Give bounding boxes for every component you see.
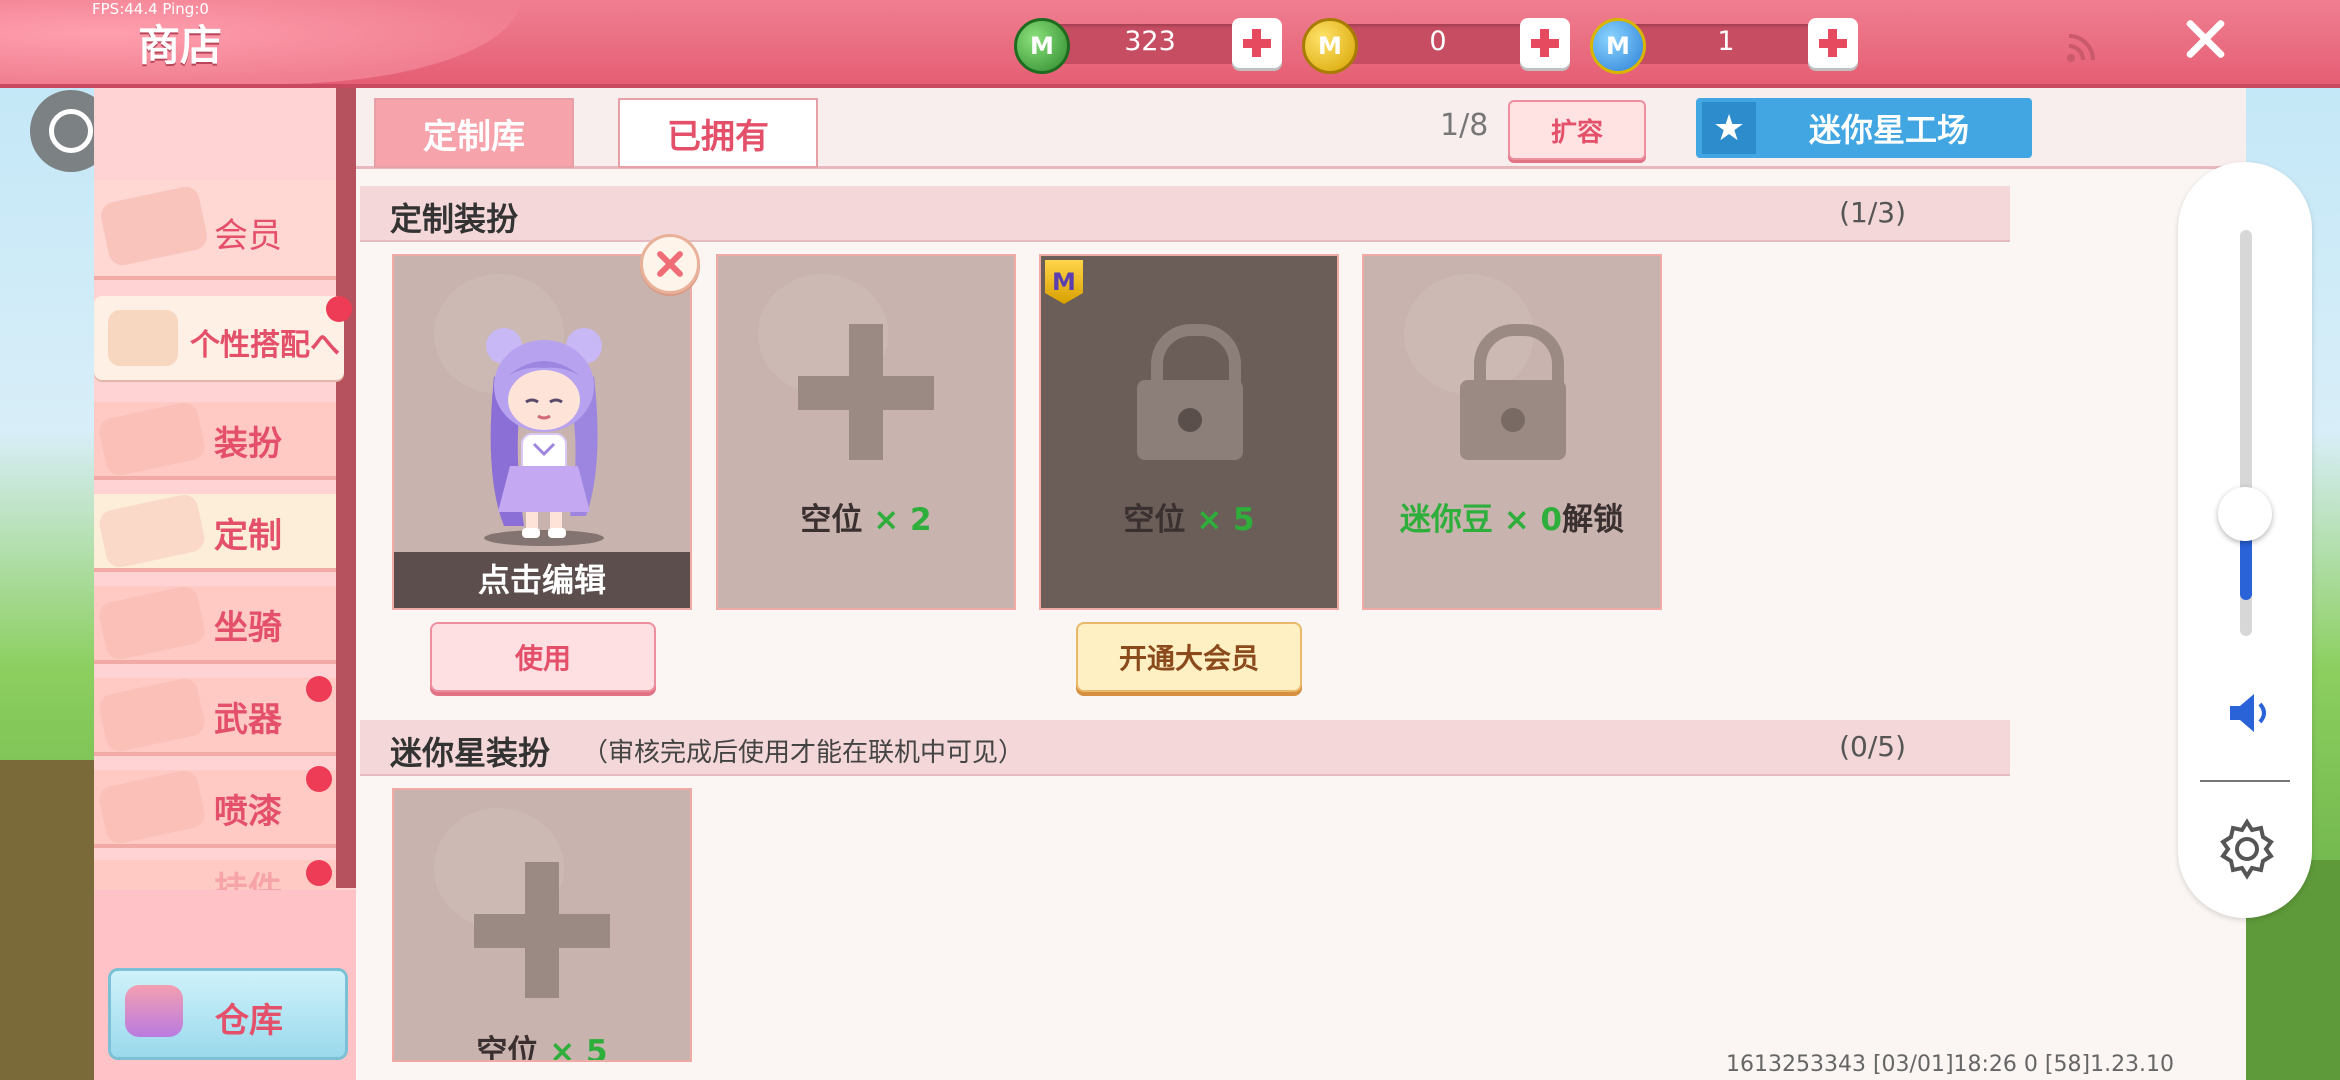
slot-label-text: 解锁: [1562, 502, 1625, 538]
expand-button[interactable]: 扩容: [1508, 100, 1646, 160]
star-icon: ★: [1702, 102, 1756, 154]
sidebar-item-label: 装扮: [214, 424, 282, 464]
workshop-label: 迷你星工场: [1808, 111, 1969, 149]
add-blue-coin-button[interactable]: [1808, 18, 1858, 68]
slot-label: 空位 × 5: [1041, 494, 1337, 539]
warehouse-label: 仓库: [215, 1001, 283, 1041]
notification-dot: [326, 296, 352, 322]
member-icon: [98, 184, 210, 268]
remove-outfit-button[interactable]: [640, 234, 700, 294]
sidebar-item-outfit[interactable]: 装扮: [94, 400, 336, 480]
slot-label-count: × 5: [549, 1034, 608, 1062]
shirt-icon: [97, 400, 207, 478]
green-gem-icon: M: [1014, 18, 1070, 74]
tab-custom-library[interactable]: 定制库: [374, 98, 574, 168]
custom-outfit-section-header: 定制装扮 (1/3): [360, 186, 2010, 242]
lock-icon: [1460, 324, 1566, 460]
mini-star-section-header: 迷你星装扮 （审核完成后使用才能在联机中可见） (0/5): [360, 720, 2010, 776]
mini-star-slot-empty[interactable]: 空位 × 5: [392, 788, 692, 1062]
sidebar-item-pendant[interactable]: 挂件: [94, 860, 336, 890]
add-green-gem-button[interactable]: [1232, 18, 1282, 68]
sidebar-item-spray[interactable]: 喷漆: [94, 768, 336, 848]
notification-dot: [306, 766, 332, 792]
sidebar-item-member[interactable]: 会员: [94, 180, 336, 280]
currency-blue-value: 1: [1717, 26, 1735, 57]
slot-label: 空位 × 2: [718, 494, 1014, 539]
chest-icon: [125, 985, 183, 1037]
sidebar-item-label: 定制: [214, 516, 282, 556]
custom-slot-bean-locked[interactable]: 迷你豆 × 0解锁: [1362, 254, 1662, 610]
section-count: (0/5): [1839, 730, 1906, 763]
currency-gold-value: 0: [1429, 26, 1447, 57]
pencil-icon: [97, 492, 207, 570]
custom-slot-vip-locked[interactable]: M 空位 × 5: [1039, 254, 1339, 610]
sidebar-item-custom[interactable]: 定制: [94, 492, 336, 572]
custom-slot-empty[interactable]: 空位 × 2: [716, 254, 1016, 610]
currency-green-value: 323: [1124, 26, 1176, 57]
add-gold-coin-button[interactable]: [1520, 18, 1570, 68]
trophy-icon: [108, 310, 178, 366]
slot-label-cost: 迷你豆 × 0: [1399, 502, 1563, 538]
custom-slot-filled[interactable]: 点击编辑: [392, 254, 692, 610]
section-title: 定制装扮: [390, 200, 519, 238]
blue-coin-icon: M: [1590, 18, 1646, 74]
slot-label: 迷你豆 × 0解锁: [1364, 494, 1660, 539]
sidebar-item-label: 武器: [214, 700, 282, 740]
footer-info: 1613253343 [03/01]18:26 0 [58]1.23.10: [1726, 1052, 2175, 1077]
game-background-terrain: [0, 760, 95, 1080]
gun-icon: [97, 676, 207, 754]
notification-dot: [306, 676, 332, 702]
sidebar-item-label: 会员: [214, 216, 282, 256]
lock-icon: [1137, 324, 1243, 460]
plus-icon: [798, 324, 934, 460]
edit-outfit-label[interactable]: 点击编辑: [394, 552, 690, 608]
sidebar-item-label: 挂件: [214, 870, 282, 890]
slot-label-count: × 5: [1196, 502, 1255, 538]
slot-label-count: × 2: [873, 502, 932, 538]
page-title: 商店: [138, 21, 223, 70]
sidebar-item-personal[interactable]: 个性搭配へ: [94, 296, 344, 380]
gear-icon[interactable]: [2216, 818, 2278, 880]
sidebar-item-label: 坐骑: [214, 608, 282, 648]
slot-label-text: 空位: [476, 1034, 539, 1062]
spray-can-icon: [97, 768, 207, 846]
warehouse-button[interactable]: 仓库: [108, 968, 348, 1060]
gold-coin-icon: M: [1302, 18, 1358, 74]
mini-star-workshop-button[interactable]: ★ 迷你星工场: [1696, 98, 2032, 158]
mount-icon: [97, 584, 207, 662]
plus-icon: [474, 862, 610, 998]
section-note: （审核完成后使用才能在联机中可见）: [582, 738, 1025, 768]
sidebar-item-weapon[interactable]: 武器: [94, 676, 336, 756]
section-count: (1/3): [1839, 196, 1906, 229]
capacity-count: 1/8: [1440, 108, 1489, 143]
signal-icon: [2067, 34, 2095, 62]
sidebar-item-mount[interactable]: 坐骑: [94, 584, 336, 664]
volume-slider-handle[interactable]: [2218, 487, 2272, 542]
speaker-icon[interactable]: [2224, 688, 2274, 738]
sidebar-item-label: 个性搭配へ: [190, 328, 340, 363]
sidebar-item-label: 喷漆: [214, 792, 282, 832]
slot-label-text: 空位: [800, 502, 863, 538]
tab-owned[interactable]: 已拥有: [618, 98, 818, 168]
slot-label: 空位 × 5: [394, 1026, 690, 1062]
vip-badge-icon: M: [1045, 260, 1083, 304]
open-vip-button[interactable]: 开通大会员: [1076, 622, 1302, 692]
control-divider: [2200, 780, 2290, 782]
notification-dot: [306, 860, 332, 886]
sidebar-rail: [336, 88, 356, 888]
section-title: 迷你星装扮: [390, 734, 551, 772]
close-icon[interactable]: [2180, 14, 2230, 64]
slot-label-text: 空位: [1123, 502, 1186, 538]
avatar-character: [484, 328, 604, 546]
use-button[interactable]: 使用: [430, 622, 656, 692]
